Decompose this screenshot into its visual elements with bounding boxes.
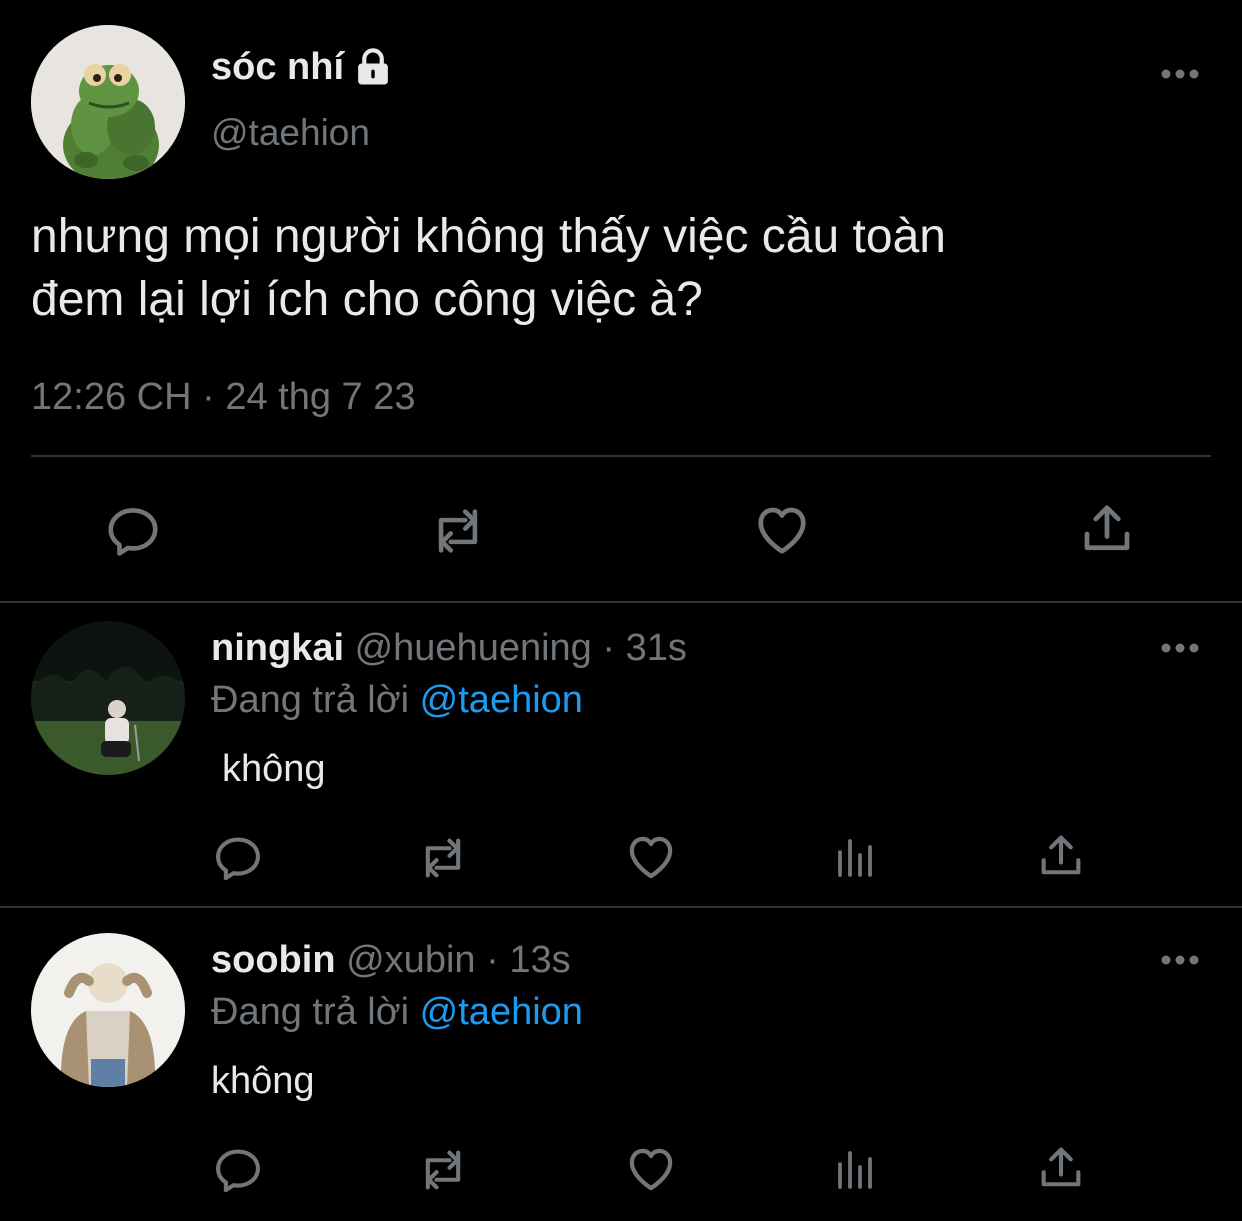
lock-icon xyxy=(358,48,388,85)
reply-button[interactable] xyxy=(212,1144,264,1196)
share-button[interactable] xyxy=(1077,499,1137,559)
share-button[interactable] xyxy=(1035,1142,1087,1194)
reply-icon xyxy=(104,502,162,560)
ningkai-avatar-image xyxy=(31,621,185,775)
replying-to: Đang trả lời @taehion xyxy=(211,987,583,1037)
like-icon xyxy=(624,1142,678,1196)
divider xyxy=(0,906,1242,908)
reply-button[interactable] xyxy=(104,502,162,560)
reply-header: ningkai @huehuening · 31s xyxy=(211,623,687,673)
share-button[interactable] xyxy=(1035,830,1087,882)
reply-author-name[interactable]: soobin xyxy=(211,939,336,981)
reply-icon xyxy=(212,1144,264,1196)
retweet-button[interactable] xyxy=(414,1144,472,1196)
tweet-time: 12:26 CH xyxy=(31,376,192,418)
separator-dot: · xyxy=(602,627,616,669)
reply-text: không xyxy=(211,1060,315,1102)
share-icon xyxy=(1077,499,1137,559)
mention-link[interactable]: @taehion xyxy=(420,679,583,721)
analytics-button[interactable] xyxy=(832,1146,880,1194)
mention-link[interactable]: @taehion xyxy=(420,991,583,1033)
replying-to-prefix: Đang trả lời xyxy=(211,679,410,721)
tweet-text-line: đem lại lợi ích cho công việc à? xyxy=(31,273,703,326)
tweet-text-line: nhưng mọi người không thấy việc cầu toàn xyxy=(31,210,946,263)
author-name-text: sóc nhí xyxy=(211,46,345,88)
retweet-icon xyxy=(414,1144,472,1196)
tweet-date: 24 thg 7 23 xyxy=(225,376,416,418)
retweet-button[interactable] xyxy=(427,502,489,560)
like-button[interactable] xyxy=(624,1142,678,1196)
reply-header: soobin @xubin · 13s xyxy=(211,935,571,985)
like-button[interactable] xyxy=(752,500,812,560)
retweet-button[interactable] xyxy=(414,832,472,884)
retweet-icon xyxy=(414,832,472,884)
avatar[interactable] xyxy=(31,933,185,1087)
reply-author-name[interactable]: ningkai xyxy=(211,627,344,669)
avatar[interactable] xyxy=(31,621,185,775)
more-options-icon[interactable] xyxy=(1160,68,1200,80)
divider xyxy=(0,601,1242,603)
analytics-button[interactable] xyxy=(832,834,880,882)
avatar[interactable] xyxy=(31,25,185,179)
kermit-avatar-image xyxy=(31,25,185,179)
more-options-icon[interactable] xyxy=(1160,642,1200,654)
divider xyxy=(31,455,1211,457)
reply-text: không xyxy=(222,748,326,790)
reply-button[interactable] xyxy=(212,832,264,884)
separator-dot: · xyxy=(486,939,499,981)
replying-to-prefix: Đang trả lời xyxy=(211,991,410,1033)
reply-icon xyxy=(212,832,264,884)
reply-author-handle[interactable]: @xubin xyxy=(346,939,475,981)
share-icon xyxy=(1035,830,1087,882)
author-handle[interactable]: @taehion xyxy=(211,108,370,158)
reply-author-handle[interactable]: @huehuening xyxy=(355,627,592,669)
more-options-icon[interactable] xyxy=(1160,954,1200,966)
tweet-thread: sóc nhí @taehion nhưng mọi người không t… xyxy=(0,0,1242,1221)
like-button[interactable] xyxy=(624,830,678,884)
tweet-text: nhưng mọi người không thấy việc cầu toàn… xyxy=(31,205,1211,331)
reply-age[interactable]: 13s xyxy=(509,939,570,981)
soobin-avatar-image xyxy=(31,933,185,1087)
analytics-icon xyxy=(832,834,880,882)
replying-to: Đang trả lời @taehion xyxy=(211,675,583,725)
like-icon xyxy=(624,830,678,884)
separator-dot: · xyxy=(202,376,215,418)
share-icon xyxy=(1035,1142,1087,1194)
reply-age[interactable]: 31s xyxy=(626,627,687,669)
retweet-icon xyxy=(427,502,489,560)
analytics-icon xyxy=(832,1146,880,1194)
tweet-timestamp[interactable]: 12:26 CH · 24 thg 7 23 xyxy=(31,372,416,422)
author-name[interactable]: sóc nhí xyxy=(211,42,394,92)
like-icon xyxy=(752,500,812,560)
